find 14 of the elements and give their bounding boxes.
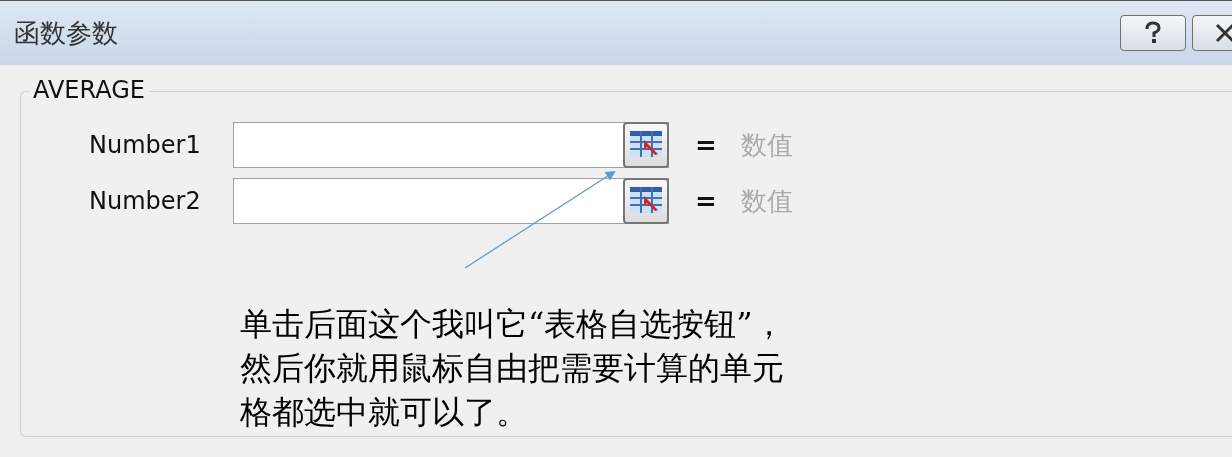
argument-label: Number2 <box>89 187 202 215</box>
close-icon <box>1214 22 1232 44</box>
range-select-button[interactable] <box>623 178 669 224</box>
equals-sign: = <box>695 130 717 160</box>
result-text: 数值 <box>740 184 793 218</box>
range-select-button[interactable] <box>623 122 669 168</box>
help-button[interactable] <box>1120 15 1186 51</box>
equals-sign: = <box>695 186 717 216</box>
input-field[interactable] <box>233 178 669 224</box>
window-title: 函数参数 <box>14 16 118 50</box>
input-field[interactable] <box>233 122 669 168</box>
annotation-text: 单击后面这个我叫它“表格自选按钮”， 然后你就用鼠标自由把需要计算的单元 格都选中就可以了。 <box>240 304 785 433</box>
result-text: 数值 <box>740 128 793 162</box>
argument-label: Number1 <box>89 131 202 159</box>
